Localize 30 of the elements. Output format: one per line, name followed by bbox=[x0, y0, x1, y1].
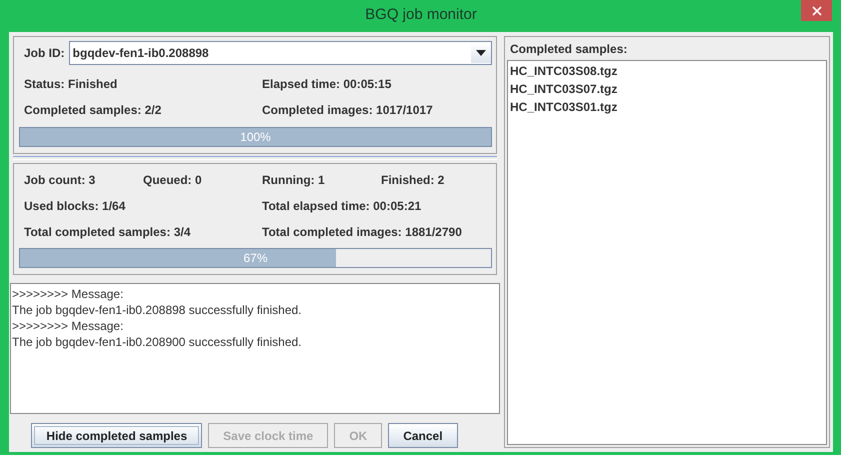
sample-item[interactable]: HC_INTC03S07.tgz bbox=[508, 80, 618, 98]
field-text: Total completed samples: 3/4 bbox=[24, 225, 192, 239]
field-text: Running: 1 bbox=[262, 173, 326, 187]
field-text: Used blocks: 1/64 bbox=[24, 199, 126, 213]
dropdown-arrow-icon bbox=[476, 50, 486, 56]
log-line: The job bgqdev-fen1-ib0.208898 successfully finished. bbox=[12, 302, 302, 318]
field-text: Completed images: 1017/1017 bbox=[262, 103, 434, 117]
field-text: Total completed images: 1881/2790 bbox=[262, 225, 463, 239]
close-icon bbox=[812, 6, 822, 16]
dialog-button[interactable]: Cancel bbox=[388, 423, 458, 448]
sample-item[interactable]: HC_INTC03S01.tgz bbox=[508, 98, 618, 116]
field-text: Finished: 2 bbox=[381, 173, 446, 187]
window-title: BGQ job monitor bbox=[365, 6, 477, 22]
field-text: Completed samples: 2/2 bbox=[24, 103, 162, 117]
field-text: Elapsed time: 00:05:15 bbox=[262, 77, 392, 91]
dialog-button[interactable]: Hide completed samples bbox=[31, 423, 202, 448]
field-text: Total elapsed time: 00:05:21 bbox=[262, 199, 422, 213]
sample-item[interactable]: HC_INTC03S08.tgz bbox=[508, 62, 618, 80]
job-id-label: Job ID: bbox=[23, 46, 65, 60]
field-text: Job count: 3 bbox=[24, 173, 96, 187]
field-text: Queued: 0 bbox=[143, 173, 203, 187]
field-text: Status: Finished bbox=[24, 77, 118, 91]
log-line: >>>>>>>> Message: bbox=[12, 286, 124, 302]
progress-text: 100% bbox=[240, 130, 271, 144]
log-line: >>>>>>>> Message: bbox=[12, 318, 124, 334]
log-line: The job bgqdev-fen1-ib0.208900 successfully finished. bbox=[12, 334, 302, 350]
close-button[interactable] bbox=[801, 0, 832, 21]
job-id-dropdown[interactable]: bgqdev-fen1-ib0.208898 bbox=[68, 41, 492, 65]
progress-text: 67% bbox=[243, 251, 268, 265]
samples-title: Completed samples: bbox=[509, 40, 628, 58]
